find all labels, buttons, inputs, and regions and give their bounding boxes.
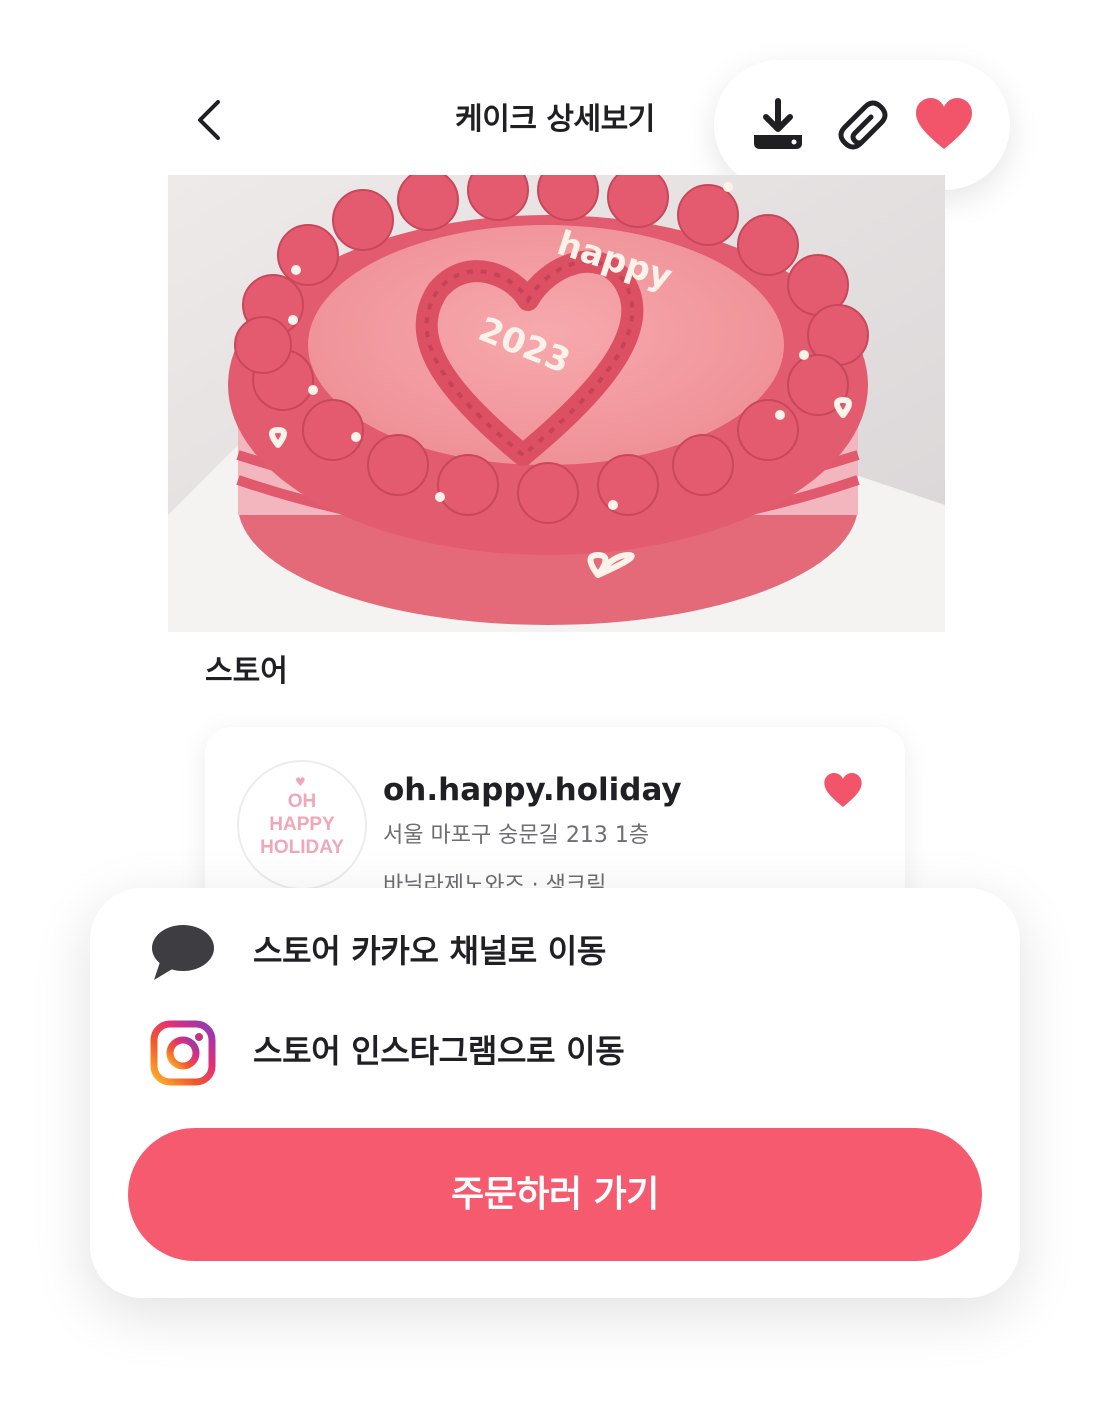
heart-icon <box>824 773 862 807</box>
action-toolbar <box>714 60 1010 190</box>
store-name: oh.happy.holiday <box>383 772 682 808</box>
avatar-heart-icon: ♥ <box>295 775 306 789</box>
store-logo-text: OH HAPPY HOLIDAY <box>260 791 344 858</box>
heart-icon <box>916 98 972 149</box>
download-button[interactable] <box>748 95 808 155</box>
order-button[interactable]: 주문하러 가기 <box>128 1128 982 1261</box>
store-like-button[interactable] <box>823 771 863 811</box>
kakao-channel-link[interactable]: 스토어 카카오 채널로 이동 <box>150 910 950 990</box>
instagram-link[interactable]: 스토어 인스타그램으로 이동 <box>150 1010 950 1090</box>
back-button[interactable] <box>188 98 232 142</box>
attach-button[interactable] <box>831 95 891 155</box>
download-icon <box>754 98 802 149</box>
store-address: 서울 마포구 숭문길 213 1층 <box>383 823 650 848</box>
chat-bubble-icon <box>152 925 214 980</box>
like-button[interactable] <box>914 95 974 155</box>
store-links-sheet: 스토어 카카오 채널로 이동 스토어 인스타그램으로 이동 주문하러 가기 <box>90 888 1020 1298</box>
store-avatar: ♥ OH HAPPY HOLIDAY <box>237 760 367 890</box>
instagram-link-label: 스토어 인스타그램으로 이동 <box>253 1032 625 1070</box>
page-title: 케이크 상세보기 <box>455 102 655 137</box>
chevron-left-icon <box>198 100 220 140</box>
store-section-title: 스토어 <box>205 654 288 689</box>
paperclip-icon <box>838 100 888 150</box>
cake-photo: happy 2023 <box>168 175 945 632</box>
kakao-link-label: 스토어 카카오 채널로 이동 <box>253 932 607 970</box>
instagram-icon <box>150 1020 216 1086</box>
top-bar: 케이크 상세보기 <box>0 60 1110 190</box>
